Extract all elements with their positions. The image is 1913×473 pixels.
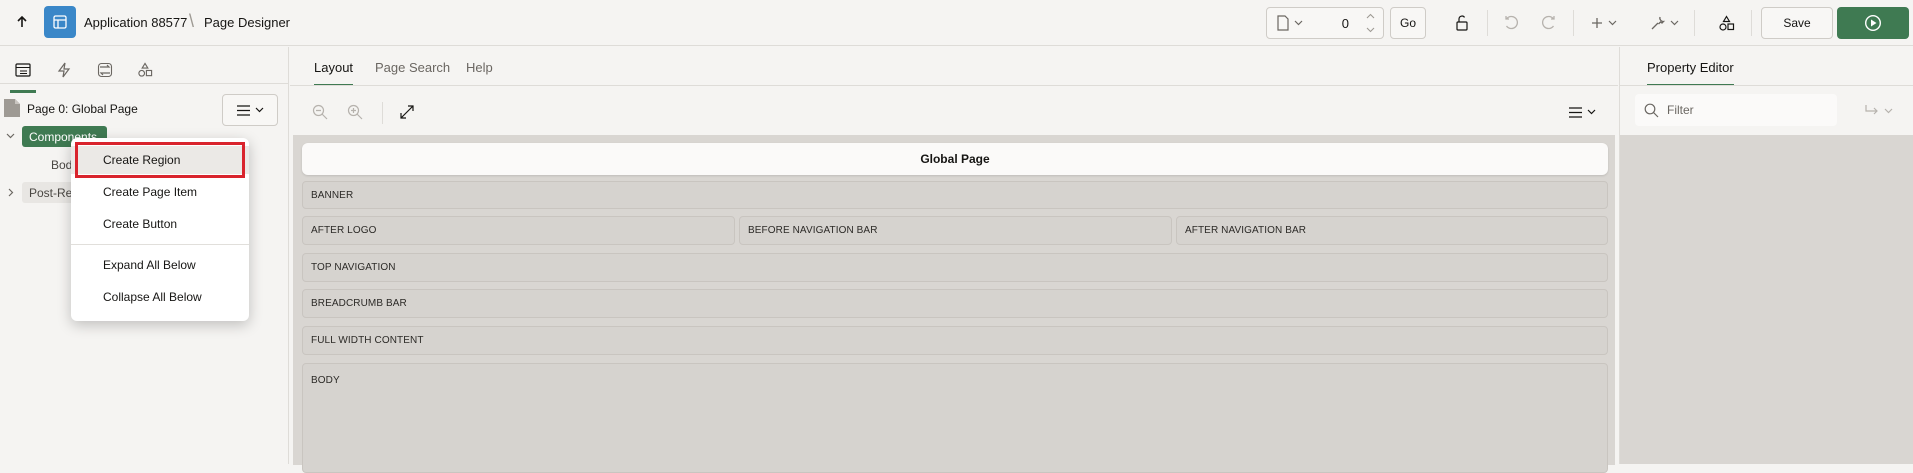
- run-page-button[interactable]: [1837, 7, 1909, 39]
- goto-icon: [1864, 105, 1878, 115]
- slot-before-navigation-bar[interactable]: BEFORE NAVIGATION BAR: [739, 216, 1172, 245]
- utilities-menu-button[interactable]: [1646, 9, 1682, 37]
- toolbar-divider: [1573, 10, 1574, 36]
- page-icon: [4, 99, 20, 117]
- chevron-down-icon: [1587, 109, 1595, 115]
- slot-after-navigation-bar[interactable]: AFTER NAVIGATION BAR: [1176, 216, 1608, 245]
- zoom-in-button[interactable]: [343, 100, 367, 124]
- arrow-up-icon: [17, 15, 27, 27]
- collapse-chevron-icon[interactable]: [6, 133, 15, 139]
- chevron-down-icon: [1294, 20, 1303, 26]
- zoom-out-icon: [312, 104, 328, 120]
- stepper-icon[interactable]: [1366, 12, 1375, 34]
- expand-canvas-button[interactable]: [395, 100, 419, 124]
- wrench-icon: [1651, 16, 1665, 30]
- property-editor-header: Property Editor Filter: [1620, 47, 1913, 135]
- breadcrumb-separator: \: [189, 11, 195, 31]
- tab-layout[interactable]: Layout: [314, 60, 354, 86]
- redo-icon: [1542, 15, 1555, 30]
- go-label: Go: [1399, 16, 1416, 30]
- unlock-icon: [1456, 15, 1468, 31]
- tabs-divider: [1620, 85, 1913, 86]
- toolbar-divider: [1487, 10, 1488, 36]
- lightning-icon: [57, 62, 71, 78]
- layout-menu-button[interactable]: [1564, 100, 1600, 124]
- tab-processing[interactable]: [92, 57, 118, 83]
- app-icon: [53, 15, 67, 29]
- menu-item-create-page-item[interactable]: Create Page Item: [71, 178, 249, 206]
- breadcrumb-app-link[interactable]: Application 88577: [84, 15, 187, 30]
- rendering-tree-icon: [15, 63, 31, 77]
- lock-button[interactable]: [1448, 9, 1476, 37]
- tab-page-search[interactable]: Page Search: [375, 60, 450, 75]
- tabs-divider: [290, 85, 1618, 86]
- zoom-in-icon: [347, 104, 363, 120]
- tab-help[interactable]: Help: [466, 60, 493, 75]
- hamburger-icon: [236, 104, 250, 116]
- menu-item-expand-all-below[interactable]: Expand All Below: [71, 251, 249, 279]
- save-button[interactable]: Save: [1761, 7, 1833, 39]
- slot-top-navigation[interactable]: TOP NAVIGATION: [302, 253, 1608, 282]
- plus-icon: [1592, 18, 1602, 28]
- undo-icon: [1505, 15, 1518, 30]
- menu-item-create-button[interactable]: Create Button: [71, 210, 249, 238]
- chevron-down-icon: [1608, 20, 1617, 26]
- tab-dynamic-actions[interactable]: [51, 57, 77, 83]
- expand-chevron-icon[interactable]: [8, 188, 14, 197]
- shapes-icon: [138, 62, 153, 77]
- top-toolbar: Application 88577 \ Page Designer 0 Go S…: [0, 0, 1913, 46]
- slot-body[interactable]: BODY: [302, 363, 1608, 473]
- up-arrow-button[interactable]: [10, 10, 34, 34]
- center-pane: Layout Page Search Help Global Page BANN…: [290, 47, 1618, 473]
- chevron-down-icon: [1884, 108, 1892, 114]
- zoom-out-button[interactable]: [308, 100, 332, 124]
- global-page-header[interactable]: Global Page: [302, 143, 1608, 175]
- slot-breadcrumb-bar[interactable]: BREADCRUMB BAR: [302, 289, 1608, 318]
- highlight-box: [75, 142, 245, 178]
- go-button[interactable]: Go: [1390, 7, 1426, 39]
- save-label: Save: [1783, 16, 1811, 30]
- slot-full-width-content[interactable]: FULL WIDTH CONTENT: [302, 326, 1608, 355]
- redo-button[interactable]: [1534, 9, 1562, 37]
- toolbar-divider: [1751, 10, 1752, 36]
- tabs-divider: [0, 83, 289, 84]
- chevron-down-icon: [255, 107, 263, 113]
- right-pane: Property Editor Filter: [1619, 47, 1913, 464]
- shared-components-button[interactable]: [1712, 9, 1740, 37]
- page-selector[interactable]: 0: [1266, 7, 1384, 39]
- slot-banner[interactable]: BANNER: [302, 181, 1608, 209]
- tree-menu-button[interactable]: [222, 94, 278, 126]
- app-icon-button[interactable]: [44, 6, 76, 38]
- shapes-icon: [1718, 14, 1734, 31]
- layout-canvas[interactable]: Global Page BANNER AFTER LOGO BEFORE NAV…: [293, 135, 1615, 473]
- goto-group-button[interactable]: [1860, 99, 1896, 123]
- undo-button[interactable]: [1498, 9, 1526, 37]
- tree-context-menu: Create Region Create Page Item Create Bu…: [71, 138, 249, 321]
- slot-after-logo[interactable]: AFTER LOGO: [302, 216, 735, 245]
- play-icon: [1864, 14, 1882, 32]
- filter-placeholder: Filter: [1667, 103, 1694, 117]
- menu-item-collapse-all-below[interactable]: Collapse All Below: [71, 283, 249, 311]
- create-menu-button[interactable]: [1586, 9, 1622, 37]
- tab-shared-components[interactable]: [132, 57, 158, 83]
- page-icon: [1277, 15, 1289, 31]
- search-icon: [1644, 103, 1659, 118]
- menu-separator: [71, 244, 249, 245]
- tab-property-editor[interactable]: Property Editor: [1647, 60, 1734, 86]
- breadcrumb-page-title: Page Designer: [204, 15, 290, 30]
- zoom-divider: [382, 102, 383, 124]
- hamburger-icon: [1568, 106, 1582, 118]
- filter-field[interactable]: Filter: [1635, 94, 1837, 126]
- page-number-input[interactable]: 0: [1342, 16, 1349, 31]
- tab-rendering[interactable]: [10, 57, 36, 93]
- page-title: Page 0: Global Page: [27, 102, 138, 116]
- expand-icon: [400, 105, 414, 119]
- processing-icon: [97, 62, 113, 78]
- chevron-down-icon: [1670, 20, 1678, 26]
- toolbar-divider: [1694, 10, 1695, 36]
